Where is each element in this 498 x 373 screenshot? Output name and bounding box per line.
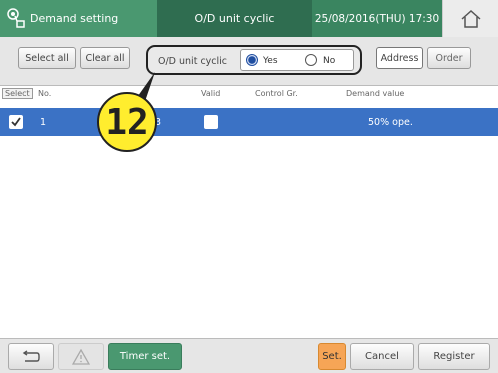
bottom-bar: Timer set. Set. Cancel Register [0, 338, 498, 373]
demand-icon [7, 8, 25, 28]
home-button[interactable] [442, 0, 498, 37]
table-row[interactable]: 1 3 50% ope. [0, 108, 498, 136]
od-unit-cyclic-label: O/D unit cyclic [158, 56, 228, 67]
order-sort-button[interactable]: Order [427, 47, 471, 69]
row-demand-value: 50% ope. [368, 117, 413, 128]
table-header: Select No. Valid Control Gr. Demand valu… [0, 87, 498, 101]
home-icon [461, 9, 480, 28]
control-group-column-header: Control Gr. [255, 89, 298, 98]
demand-value-column-header: Demand value [346, 89, 405, 98]
yes-radio[interactable] [246, 54, 258, 66]
od-unit-cyclic-radio-group: Yes No [240, 49, 354, 71]
set-button[interactable]: Set. [318, 343, 346, 370]
back-arrow-icon [22, 349, 40, 362]
row-valid-checkbox[interactable] [204, 115, 218, 129]
select-column-header[interactable]: Select [2, 88, 33, 99]
checkmark-icon [11, 117, 21, 127]
row-number: 1 [40, 117, 47, 128]
back-button[interactable] [8, 343, 54, 370]
control-bar: Select all Clear all O/D unit cyclic Yes… [0, 37, 498, 86]
no-label: No [323, 56, 336, 66]
address-sort-button[interactable]: Address [376, 47, 423, 69]
warning-icon [72, 348, 90, 365]
no-radio[interactable] [305, 54, 317, 66]
valid-column-header: Valid [201, 89, 221, 98]
title-section: Demand setting [0, 0, 157, 37]
mode-label: O/D unit cyclic [157, 0, 312, 37]
cancel-button[interactable]: Cancel [350, 343, 414, 370]
row-select-checkbox[interactable] [9, 115, 23, 129]
page-title: Demand setting [30, 12, 119, 25]
od-unit-cyclic-group: O/D unit cyclic Yes No [146, 45, 362, 75]
title-bar: Demand setting O/D unit cyclic 25/08/201… [0, 0, 498, 37]
select-all-button[interactable]: Select all [18, 47, 76, 69]
clear-all-button[interactable]: Clear all [80, 47, 130, 69]
no-column-header: No. [38, 89, 52, 98]
timer-set-button[interactable]: Timer set. [108, 343, 182, 370]
register-button[interactable]: Register [418, 343, 490, 370]
datetime-label: 25/08/2016(THU) 17:30 [312, 0, 442, 37]
table-body [0, 136, 498, 338]
warning-button[interactable] [58, 343, 104, 370]
yes-label: Yes [263, 56, 278, 66]
callout-number: 12 [97, 92, 157, 152]
